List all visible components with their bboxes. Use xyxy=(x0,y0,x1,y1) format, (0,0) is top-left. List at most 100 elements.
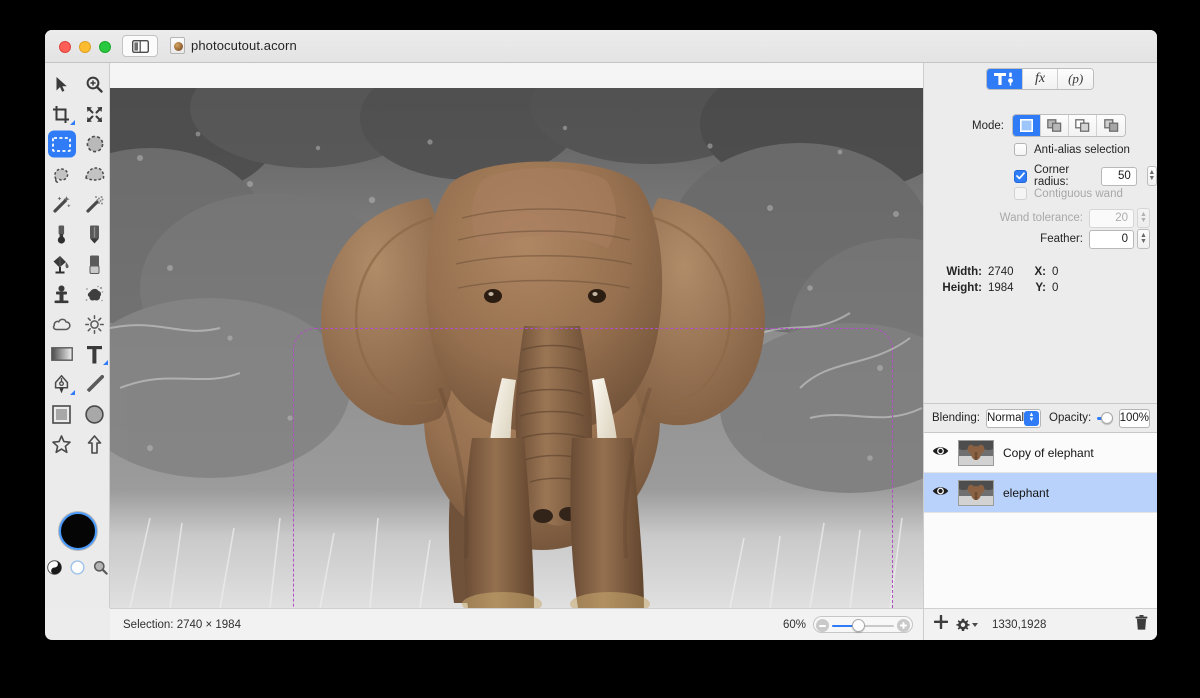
crop-tool[interactable] xyxy=(45,99,78,129)
plus-circle-icon[interactable] xyxy=(897,619,910,632)
height-label: Height: xyxy=(942,282,982,294)
cursor-coordinates-label: 1330,1928 xyxy=(992,618,1047,631)
toolbox xyxy=(45,63,110,608)
chevron-down-icon xyxy=(972,622,978,627)
eyedropper-icon xyxy=(55,225,68,244)
arrow-shape-tool[interactable] xyxy=(78,429,111,459)
ellipse-shape-tool[interactable] xyxy=(78,399,111,429)
height-line: Height: 1984 Y: 0 xyxy=(924,282,1157,294)
tab-presets[interactable]: (p) xyxy=(1058,69,1093,89)
instant-alpha-tool[interactable] xyxy=(78,189,111,219)
rectangle-select-tool[interactable] xyxy=(45,129,78,159)
checkmark-icon xyxy=(1016,172,1025,180)
clone-stamp-tool[interactable] xyxy=(45,279,78,309)
yin-yang-icon[interactable] xyxy=(47,560,62,580)
antialias-row[interactable]: Anti-alias selection xyxy=(1014,143,1130,156)
zoom-slider[interactable] xyxy=(813,616,913,633)
contiguous-wand-row[interactable]: Contiguous wand xyxy=(1014,187,1123,200)
blending-select[interactable]: Normal ▲ ▼ xyxy=(985,408,1042,428)
tab-tool-options[interactable] xyxy=(987,69,1023,89)
document-title-group: photocutout.acorn xyxy=(170,37,297,54)
add-layer-button[interactable] xyxy=(934,615,948,634)
contiguous-wand-checkbox[interactable] xyxy=(1014,187,1027,200)
magic-wand-icon xyxy=(52,195,71,214)
feather-row[interactable]: Feather: 0 ▲ ▼ xyxy=(942,229,1150,249)
contiguous-wand-label: Contiguous wand xyxy=(1034,187,1123,200)
polygon-lasso-tool[interactable] xyxy=(78,159,111,189)
canvas-area[interactable] xyxy=(110,63,923,608)
corner-radius-row[interactable]: Corner radius: 50 ▲ ▼ xyxy=(1014,164,1157,188)
eraser-tool[interactable] xyxy=(78,249,111,279)
empty-circle-icon[interactable] xyxy=(70,560,85,580)
ellipse-select-tool[interactable] xyxy=(78,129,111,159)
star-shape-tool[interactable] xyxy=(45,429,78,459)
layer-row[interactable]: Copy of elephant xyxy=(924,433,1157,473)
foreground-color-well[interactable] xyxy=(58,512,97,550)
minus-circle-icon[interactable] xyxy=(816,619,829,632)
zoom-tool[interactable] xyxy=(78,69,111,99)
acorn-document-icon xyxy=(170,37,185,54)
layer-visibility-toggle[interactable] xyxy=(932,484,949,502)
sidebar-toggle-button[interactable] xyxy=(122,35,158,57)
text-tool[interactable] xyxy=(78,339,111,369)
zoom-slider-knob[interactable] xyxy=(852,619,865,632)
pencil-tool[interactable] xyxy=(78,219,111,249)
opacity-value-field[interactable]: 100% xyxy=(1118,408,1150,428)
new-selection-icon xyxy=(1020,119,1033,132)
corner-radius-checkbox[interactable] xyxy=(1014,169,1027,183)
delete-layer-button[interactable] xyxy=(1135,614,1148,635)
eye-icon xyxy=(932,446,949,455)
mode-label: Mode: xyxy=(972,119,1004,132)
rectangle-shape-tool[interactable] xyxy=(45,399,78,429)
layer-thumbnail-image xyxy=(959,480,993,505)
magnifier-icon[interactable] xyxy=(93,560,108,580)
layer-thumbnail xyxy=(958,479,994,506)
lasso-tool[interactable] xyxy=(45,159,78,189)
zoom-button[interactable] xyxy=(99,41,111,53)
mode-add-selection[interactable] xyxy=(1041,115,1069,136)
opacity-slider-knob[interactable] xyxy=(1100,411,1113,424)
zoom-percent-label: 60% xyxy=(782,618,806,631)
height-value: 1984 xyxy=(988,282,1014,294)
wand-tolerance-stepper[interactable]: ▲ ▼ xyxy=(1137,208,1150,228)
document-image[interactable] xyxy=(110,88,923,608)
pencil-icon xyxy=(89,225,100,244)
bezier-pen-tool[interactable] xyxy=(45,369,78,399)
sidebar-toggle-icon xyxy=(131,39,149,53)
blur-tool[interactable] xyxy=(45,309,78,339)
text-t-icon xyxy=(86,345,103,364)
layer-actions-button[interactable] xyxy=(956,618,978,632)
smudge-tool[interactable] xyxy=(78,279,111,309)
dodge-burn-tool[interactable] xyxy=(78,309,111,339)
eyedropper-tool[interactable] xyxy=(45,219,78,249)
y-value: 0 xyxy=(1052,282,1059,294)
width-line: Width: 2740 X: 0 xyxy=(924,266,1157,278)
antialias-checkbox[interactable] xyxy=(1014,143,1027,156)
opacity-slider[interactable] xyxy=(1097,411,1113,425)
corner-radius-field[interactable]: 50 xyxy=(1101,166,1137,186)
tab-filters[interactable]: fx xyxy=(1022,69,1059,89)
minimize-button[interactable] xyxy=(79,41,91,53)
feather-stepper[interactable]: ▲ ▼ xyxy=(1137,229,1150,249)
width-value: 2740 xyxy=(988,266,1014,278)
magic-wand-tool[interactable] xyxy=(45,189,78,219)
feather-field[interactable]: 0 xyxy=(1089,229,1134,249)
close-button[interactable] xyxy=(59,41,71,53)
intersect-selection-icon xyxy=(1103,119,1118,132)
wand-tolerance-field[interactable]: 20 xyxy=(1089,208,1134,228)
layer-visibility-toggle[interactable] xyxy=(932,444,949,462)
mode-new-selection[interactable] xyxy=(1013,115,1041,136)
move-tool[interactable] xyxy=(45,69,78,99)
paint-bucket-tool[interactable] xyxy=(45,249,78,279)
color-mini-row xyxy=(45,560,110,580)
gradient-tool[interactable] xyxy=(45,339,78,369)
transform-tool[interactable] xyxy=(78,99,111,129)
selection-size-label: Selection: 2740 × 1984 xyxy=(123,618,241,631)
line-tool[interactable] xyxy=(78,369,111,399)
mode-subtract-selection[interactable] xyxy=(1069,115,1097,136)
corner-radius-stepper[interactable]: ▲ ▼ xyxy=(1146,166,1157,186)
wand-tolerance-row[interactable]: Wand tolerance: 20 ▲ ▼ xyxy=(942,208,1150,228)
mode-intersect-selection[interactable] xyxy=(1097,115,1125,136)
layer-row[interactable]: elephant xyxy=(924,473,1157,513)
layer-thumbnail xyxy=(958,439,994,466)
